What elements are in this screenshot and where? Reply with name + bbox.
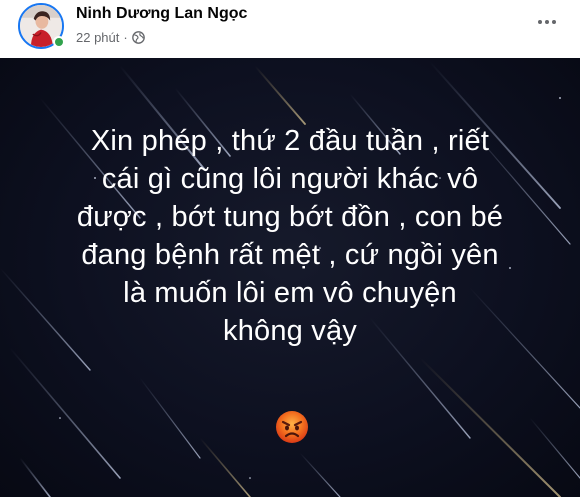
- online-status-indicator: [53, 36, 65, 48]
- author-name[interactable]: Ninh Dương Lan Ngọc: [76, 5, 247, 23]
- post-text-line: đang bệnh rất mệt , cứ ngồi yên: [81, 239, 499, 271]
- post-header: Ninh Dương Lan Ngọc 22 phút ·: [0, 0, 580, 58]
- globe-icon[interactable]: [131, 30, 145, 44]
- more-options-button[interactable]: [532, 9, 562, 35]
- post-text-line: được , bớt tung bớt đồn , con bé: [76, 201, 504, 233]
- post-text-line: là muốn lôi em vô chuyện: [123, 277, 457, 309]
- meta-separator: ·: [123, 29, 128, 45]
- post-time[interactable]: 22 phút: [76, 30, 119, 45]
- avatar[interactable]: [18, 3, 65, 49]
- post-meta: 22 phút ·: [76, 28, 145, 46]
- post-text-line: không vậy: [223, 315, 357, 347]
- post-text-line: cái gì cũng lôi người khác vô: [101, 163, 479, 195]
- post-text-line: Xin phép , thứ 2 đầu tuần , riết: [90, 125, 490, 157]
- angry-face-emoji: [276, 411, 308, 443]
- post-background: Xin phép , thứ 2 đầu tuần , riết cái gì …: [0, 58, 580, 497]
- more-options-icon: [538, 20, 542, 24]
- post-text: Xin phép , thứ 2 đầu tuần , riết cái gì …: [20, 122, 560, 350]
